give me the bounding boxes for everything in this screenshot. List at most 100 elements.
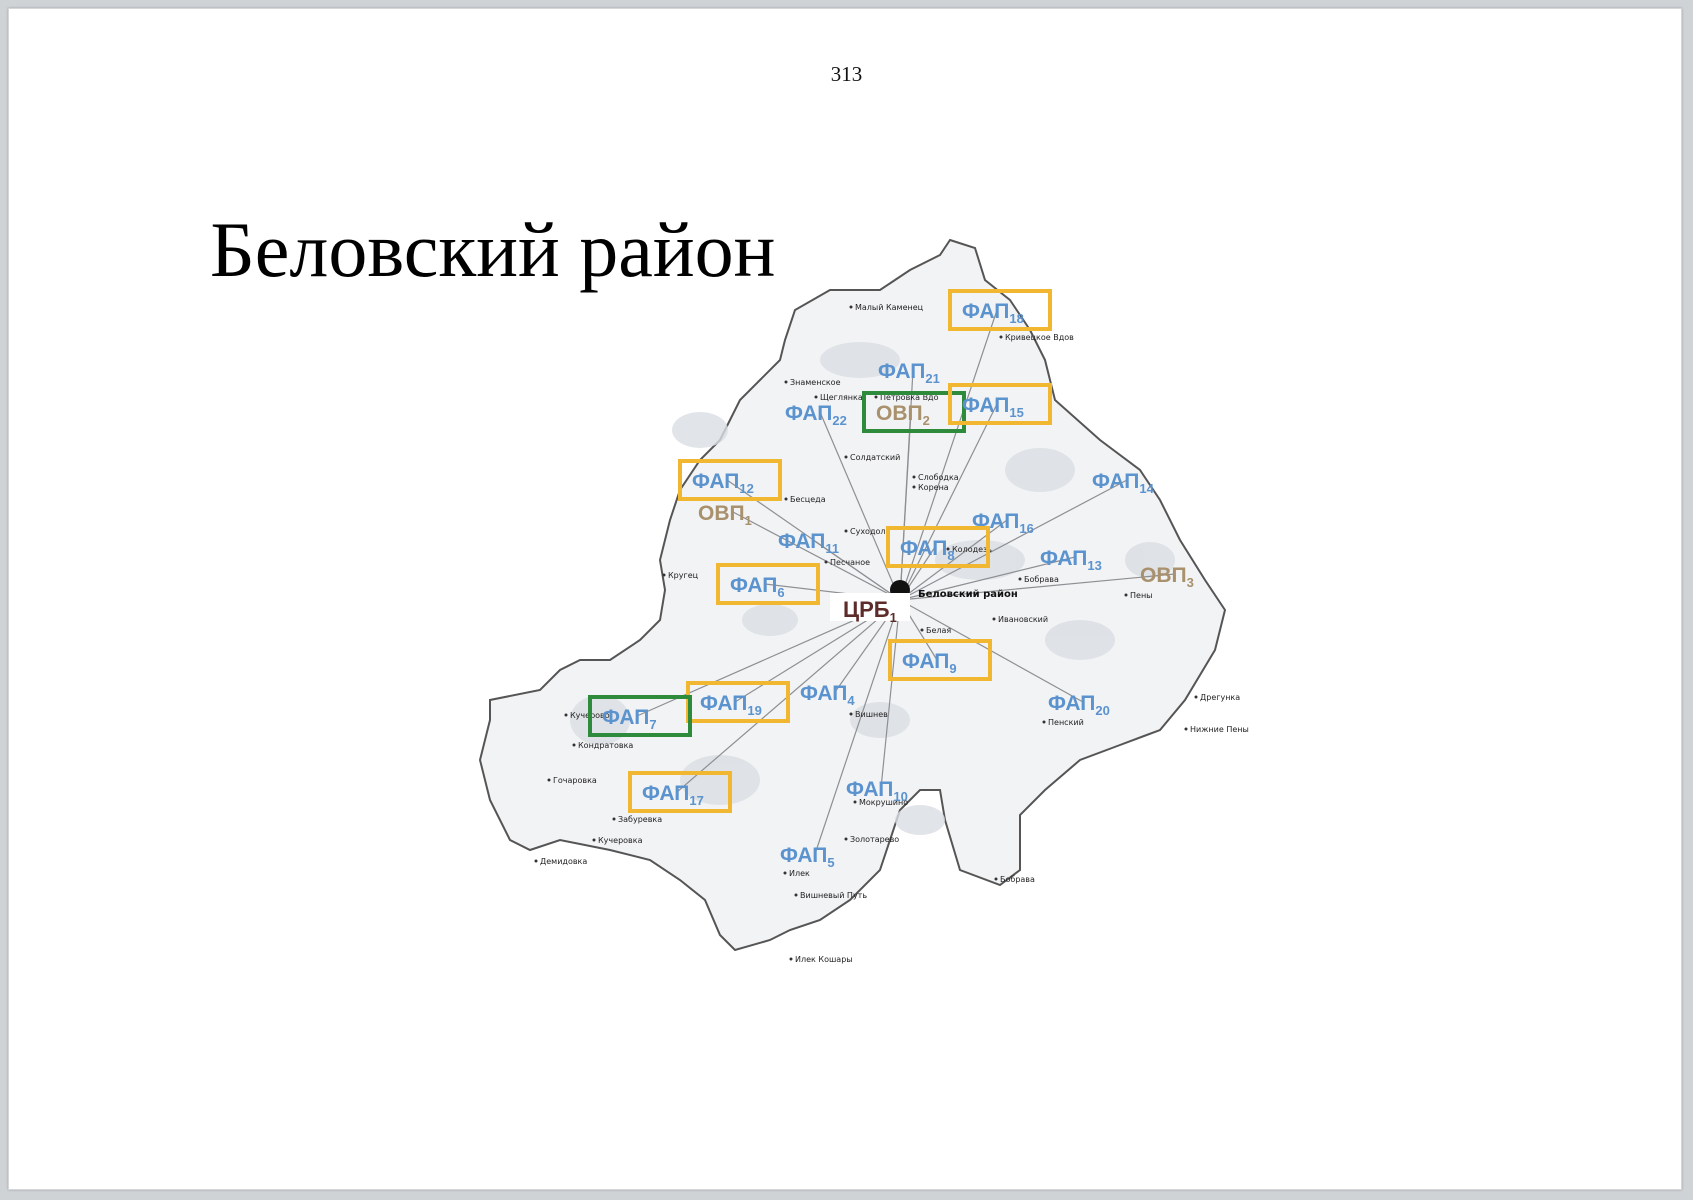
settlement-label: Бобрава bbox=[1024, 575, 1059, 584]
facility-subscript: 20 bbox=[1095, 703, 1109, 718]
facility-name: ФАП bbox=[962, 300, 1009, 323]
facility-subscript: 7 bbox=[649, 717, 656, 732]
settlement-dot bbox=[783, 871, 787, 875]
settlement-label: Песчаное bbox=[830, 558, 870, 567]
settlement-dot bbox=[849, 712, 853, 716]
settlement-label: Золотарево bbox=[850, 835, 899, 844]
settlement-dot bbox=[1184, 727, 1188, 731]
settlement-dot bbox=[789, 957, 793, 961]
settlement-dot bbox=[784, 497, 788, 501]
settlement-dot bbox=[592, 838, 596, 842]
facility-subscript: 5 bbox=[827, 855, 834, 870]
facility-subscript: 13 bbox=[1087, 558, 1101, 573]
facility-label: ФАП7 bbox=[602, 706, 657, 732]
settlement-label: Белая bbox=[926, 626, 951, 635]
settlement-dot bbox=[1124, 593, 1128, 597]
settlement-dot bbox=[999, 335, 1003, 339]
settlement-label: Дрегунка bbox=[1200, 693, 1240, 702]
facility-subscript: 4 bbox=[847, 693, 855, 708]
settlement-dot bbox=[874, 395, 878, 399]
facility-name: ОВП bbox=[698, 502, 745, 525]
settlement-label: Слободка bbox=[918, 473, 959, 482]
facility-name: ФАП bbox=[780, 844, 827, 867]
facility-овп-1: ОВП1 bbox=[698, 502, 752, 528]
settlement-label: Щеглянка bbox=[820, 393, 863, 402]
facility-subscript: 12 bbox=[739, 481, 753, 496]
facility-label: ОВП2 bbox=[876, 402, 930, 428]
district-map: Малый Каменец Кривецкое Вдов Знаменское Щег… bbox=[478, 238, 1249, 964]
settlement-dot bbox=[992, 617, 996, 621]
facility-subscript: 18 bbox=[1009, 311, 1023, 326]
settlement-label: Нижние Пены bbox=[1190, 725, 1249, 734]
settlement-label: Суходол bbox=[850, 527, 886, 536]
facility-subscript: 6 bbox=[777, 585, 784, 600]
facility-фап-14: ФАП14 bbox=[1092, 470, 1155, 496]
settlement-dot bbox=[534, 859, 538, 863]
settlement-label: Кондратовка bbox=[578, 741, 633, 750]
settlement-label: Пенский bbox=[1048, 718, 1084, 727]
settlement-label: Малый Каменец bbox=[855, 303, 924, 312]
settlement-label: Бесцеда bbox=[790, 495, 826, 504]
facility-name: ФАП bbox=[846, 778, 893, 801]
facility-label: ФАП5 bbox=[780, 844, 835, 870]
settlement-dot bbox=[572, 743, 576, 747]
settlement-dot bbox=[662, 573, 666, 577]
settlement-dot bbox=[794, 893, 798, 897]
facility-name: ФАП bbox=[692, 470, 739, 493]
settlement-label: Знаменское bbox=[790, 378, 841, 387]
settlement-dot bbox=[844, 837, 848, 841]
facility-name: ФАП bbox=[730, 574, 777, 597]
settlement-label: Корена bbox=[918, 483, 949, 492]
facility-subscript: 21 bbox=[925, 371, 939, 386]
district-center-label: Беловский район bbox=[918, 589, 1018, 600]
settlement-dot bbox=[1042, 720, 1046, 724]
settlement-label: Кривецкое Вдов bbox=[1005, 333, 1074, 342]
facility-name: ФАП bbox=[602, 706, 649, 729]
facility-name: ФАП bbox=[785, 402, 832, 425]
facility-name: ФАП bbox=[1092, 470, 1139, 493]
settlement-label: Забуревка bbox=[618, 815, 662, 824]
facility-name: ФАП bbox=[1040, 547, 1087, 570]
facility-subscript: 17 bbox=[689, 793, 703, 808]
facility-name: ФАП bbox=[902, 650, 949, 673]
facility-name: ОВП bbox=[1140, 564, 1187, 587]
facility-subscript: 15 bbox=[1009, 405, 1023, 420]
facility-фап-4: ФАП4 bbox=[800, 682, 855, 708]
hub-name: ЦРБ bbox=[843, 597, 890, 622]
facility-subscript: 16 bbox=[1019, 521, 1033, 536]
facility-овп-3: ОВП3 bbox=[1140, 564, 1194, 590]
settlement-label: Илек bbox=[789, 869, 810, 878]
facility-subscript: 2 bbox=[923, 413, 930, 428]
facility-label: ФАП14 bbox=[1092, 470, 1155, 496]
facility-name: ФАП bbox=[1048, 692, 1095, 715]
facility-subscript: 22 bbox=[832, 413, 846, 428]
settlement-label: Бобрава bbox=[1000, 875, 1035, 884]
hub-label: ЦРБ1 bbox=[830, 593, 910, 625]
facility-subscript: 9 bbox=[949, 661, 956, 676]
settlement-dot bbox=[1194, 695, 1198, 699]
settlement-dot bbox=[849, 305, 853, 309]
facility-label: ОВП1 bbox=[698, 502, 752, 528]
settlement-dot bbox=[844, 529, 848, 533]
facility-name: ОВП bbox=[876, 402, 923, 425]
settlement-label: Вишнев bbox=[855, 710, 888, 719]
facility-label: ФАП4 bbox=[800, 682, 855, 708]
facility-subscript: 3 bbox=[1187, 575, 1194, 590]
facility-subscript: 11 bbox=[825, 541, 839, 556]
settlement-label: Гочаровка bbox=[553, 776, 597, 785]
settlement-dot bbox=[784, 380, 788, 384]
settlement-label: Пены bbox=[1130, 591, 1152, 600]
facility-label: ОВП3 bbox=[1140, 564, 1194, 590]
facility-name: ФАП bbox=[778, 530, 825, 553]
facility-subscript: 14 bbox=[1139, 481, 1154, 496]
settlement-label: Ивановский bbox=[998, 615, 1048, 624]
facility-name: ФАП bbox=[878, 360, 925, 383]
settlement-dot bbox=[824, 560, 828, 564]
facility-фап-5: ФАП5 bbox=[780, 844, 835, 870]
settlement-dot bbox=[912, 475, 916, 479]
settlement-label: Илек Кошары bbox=[795, 955, 853, 964]
facility-label: ФАП9 bbox=[902, 650, 957, 676]
settlement-label: Солдатский bbox=[850, 453, 900, 462]
facility-name: ФАП bbox=[800, 682, 847, 705]
settlement-dot bbox=[912, 485, 916, 489]
